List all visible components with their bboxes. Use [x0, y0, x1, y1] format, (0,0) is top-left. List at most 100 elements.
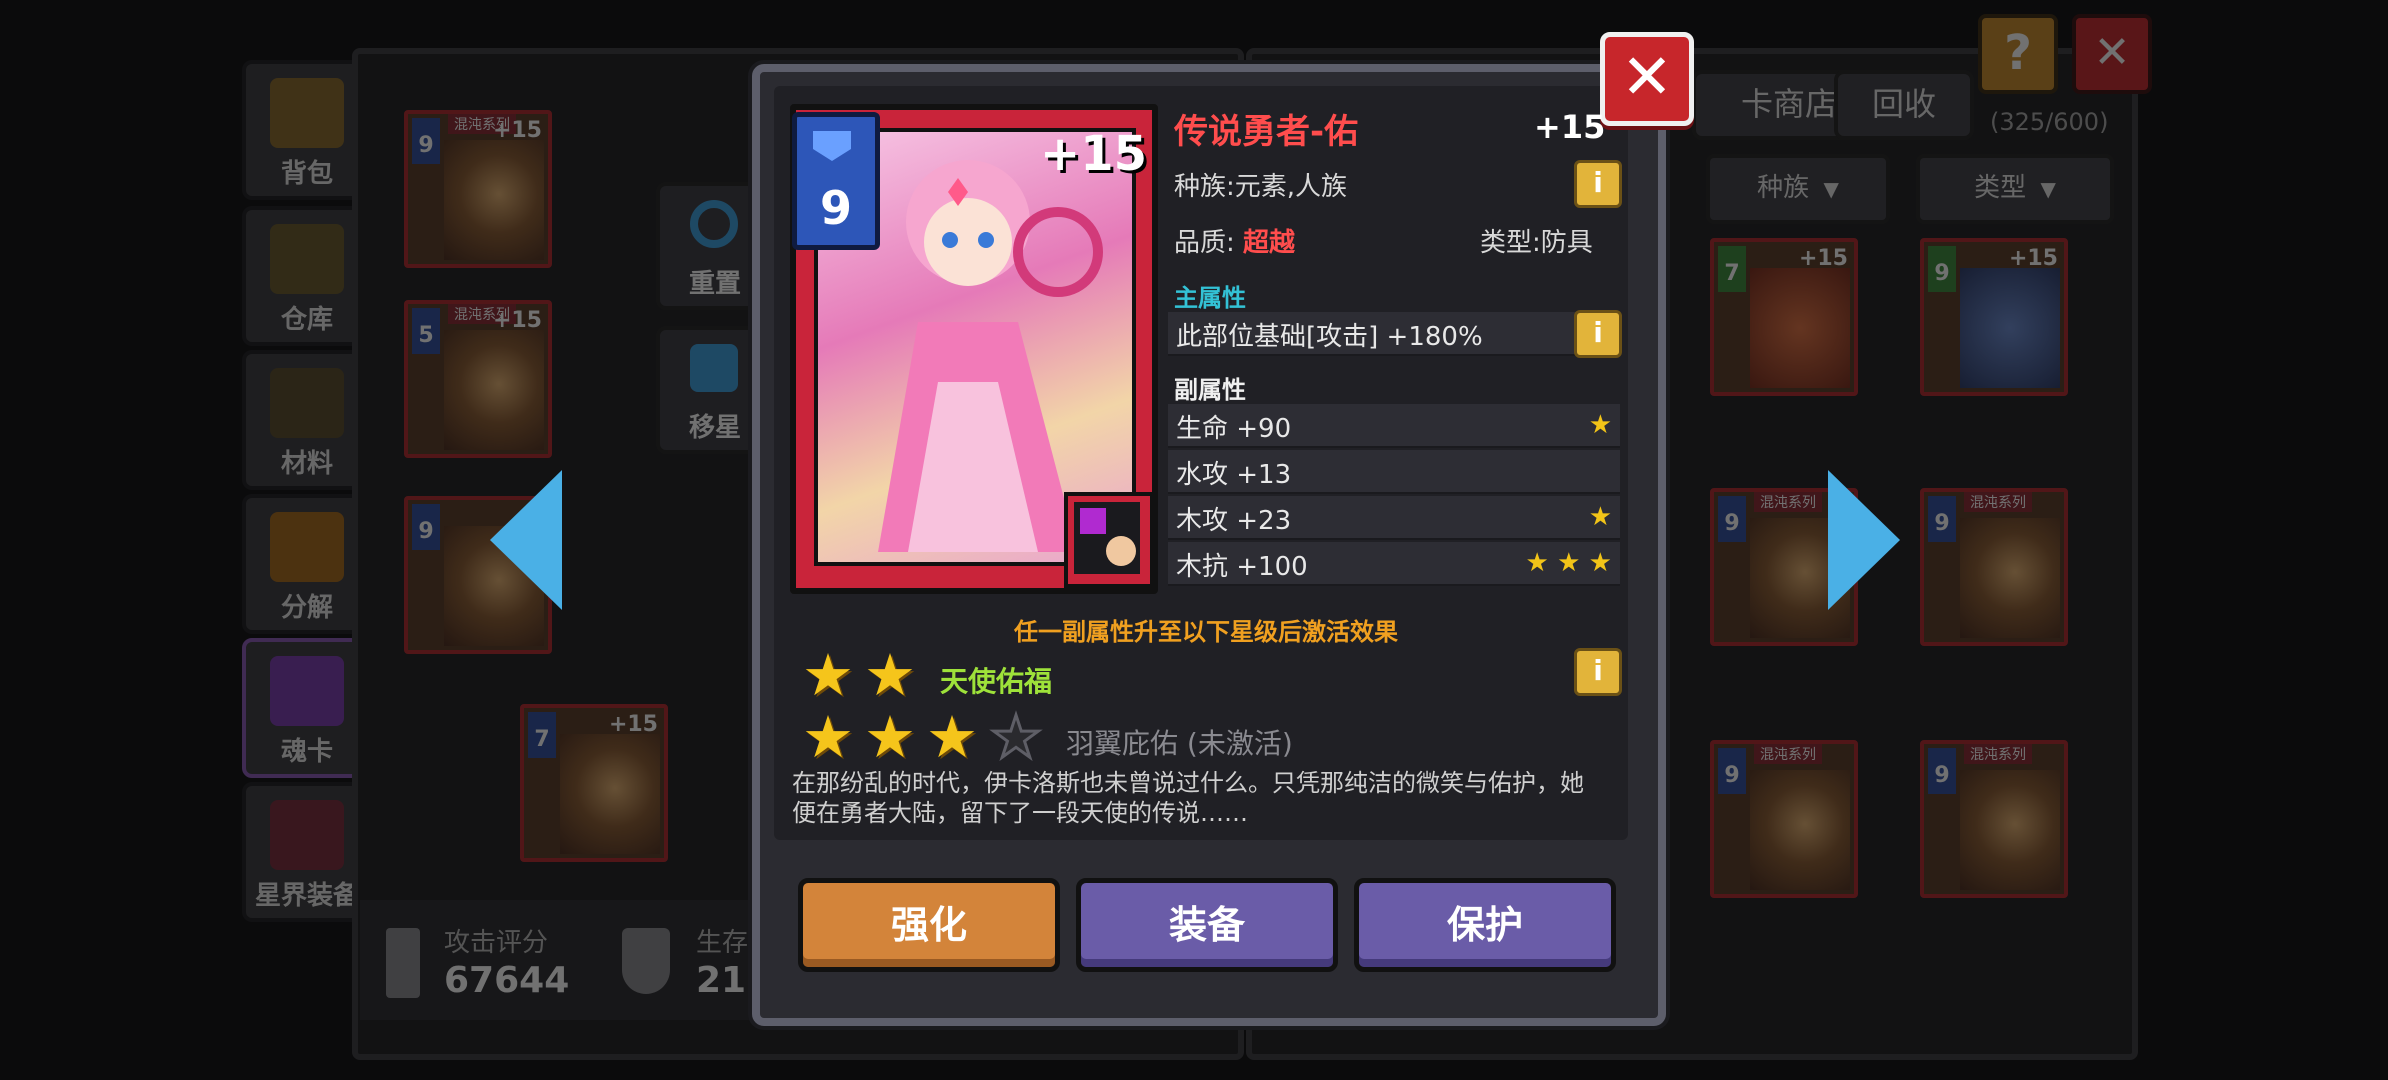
quality-value: 超越: [1243, 228, 1296, 258]
star-icon: ★: [802, 641, 854, 709]
decompose-icon: [270, 512, 344, 582]
modal-close-button[interactable]: ✕: [1600, 32, 1694, 126]
star-icon: ★: [926, 703, 978, 771]
sub-attr-row: 水攻 +13: [1168, 450, 1620, 494]
card-art: [1750, 770, 1850, 890]
type-filter[interactable]: 类型 ▼: [1916, 154, 2114, 224]
level-badge: 5: [412, 308, 440, 354]
shield-icon: [622, 928, 670, 994]
series-tag: 混沌系列: [1964, 492, 2032, 512]
level-badge: 9: [412, 504, 440, 550]
effect-inactive-name: 羽翼庇佑 (未激活): [1066, 727, 1293, 760]
next-arrow-icon[interactable]: [1828, 470, 1900, 610]
star-icon: ★ ★ ★: [1525, 548, 1612, 578]
card-art: [1750, 268, 1850, 388]
card-art: [444, 140, 544, 260]
description-line: 在那纷乱的时代，伊卡洛斯也未曾说过什么。只凭那纯洁的微笑与佑护，她: [792, 769, 1584, 797]
card-item[interactable]: 混沌系列 9 +15: [404, 110, 552, 268]
star-empty-icon: ★: [989, 703, 1044, 771]
enhance-button[interactable]: 强化: [798, 878, 1060, 972]
main-attr-text: 此部位基础[攻击] +180%: [1176, 322, 1483, 352]
main-attr-row: 此部位基础[攻击] +180%: [1168, 312, 1620, 356]
card-level-badge: 9: [792, 112, 880, 250]
card-item[interactable]: 混沌系列 9: [1920, 740, 2068, 898]
sub-attr-text: 木抗 +100: [1176, 552, 1308, 582]
race-text: 种族:元素,人族: [1174, 172, 1348, 202]
quality-label: 品质:: [1174, 228, 1235, 258]
astral-equip-icon: [270, 800, 344, 870]
series-tag: 混沌系列: [1754, 744, 1822, 764]
main-attr-header: 主属性: [1174, 284, 1246, 312]
sub-attr-header: 副属性: [1174, 376, 1246, 404]
sub-attr-row: 木攻 +23 ★: [1168, 496, 1620, 540]
protect-button[interactable]: 保护: [1354, 878, 1616, 972]
race-filter-label: 种族: [1757, 173, 1810, 203]
quality-row: 品质: 超越: [1174, 222, 1295, 259]
card-plus-level: +15: [1040, 126, 1148, 182]
prev-arrow-icon[interactable]: [490, 470, 562, 610]
sub-attr-row: 木抗 +100 ★ ★ ★: [1168, 542, 1620, 586]
star-icon: ★: [802, 703, 854, 771]
info-icon[interactable]: i: [1574, 160, 1622, 208]
gem-icon: [813, 131, 851, 161]
card-art: [444, 330, 544, 450]
card-item[interactable]: 9 +15: [1920, 238, 2068, 396]
sidebar-item-label: 分解: [280, 593, 333, 623]
card-sub-badge: [1064, 492, 1154, 588]
description-line: 便在勇者大陆，留下了一段天使的传说……: [792, 799, 1248, 827]
card-name: 传说勇者-佑: [1174, 112, 1359, 152]
set-effect-hint: 任一副属性升至以下星级后激活效果: [1014, 618, 1398, 646]
sidebar-item-label: 仓库: [280, 305, 333, 335]
series-tag: 混沌系列: [1964, 744, 2032, 764]
reset-icon: [690, 200, 738, 248]
enhance-level: +15: [1534, 108, 1606, 146]
sub-attr-text: 生命 +90: [1176, 414, 1292, 444]
sub-attr-row: 生命 +90 ★: [1168, 404, 1620, 448]
info-icon[interactable]: i: [1574, 310, 1622, 358]
level-badge: 7: [528, 712, 556, 758]
backpack-icon: [270, 78, 344, 148]
chevron-down-icon: ▼: [1823, 177, 1839, 201]
race-filter[interactable]: 种族 ▼: [1706, 154, 1890, 224]
attack-score-label: 攻击评分: [444, 928, 549, 958]
card-item[interactable]: 7 +15: [520, 704, 668, 862]
level-badge: 9: [1928, 496, 1956, 542]
sidebar-item-label: 魂卡: [280, 737, 333, 767]
sword-icon: [386, 928, 420, 998]
series-tag: 混沌系列: [1754, 492, 1822, 512]
element-icon: [1080, 508, 1106, 534]
equip-button[interactable]: 装备: [1076, 878, 1338, 972]
sidebar-item-label: 背包: [280, 159, 333, 189]
card-item[interactable]: 混沌系列 9: [1710, 740, 1858, 898]
sub-attr-text: 水攻 +13: [1176, 460, 1292, 490]
card-plus: +15: [1798, 246, 1848, 271]
level-badge: 9: [1718, 748, 1746, 794]
card-art: [1960, 770, 2060, 890]
page-close-button[interactable]: ✕: [2072, 14, 2152, 94]
recycle-button[interactable]: 回收: [1834, 70, 1974, 140]
card-plus: +15: [492, 118, 542, 143]
sidebar-item-label: 材料: [280, 449, 333, 479]
card-item[interactable]: 混沌系列 9: [1920, 488, 2068, 646]
info-icon[interactable]: i: [1574, 648, 1622, 696]
card-art: [1960, 518, 2060, 638]
star-icon: ★: [1588, 410, 1612, 440]
level-badge: 7: [1718, 246, 1746, 292]
type-filter-label: 类型: [1974, 173, 2027, 203]
card-art: [560, 734, 660, 854]
card-item[interactable]: 混沌系列 5 +15: [404, 300, 552, 458]
level-badge: 9: [412, 118, 440, 164]
soul-card-icon: [270, 656, 344, 726]
move-star-icon: [690, 344, 738, 392]
sidebar-item-label: 星界装备: [254, 881, 359, 911]
level-badge: 9: [1718, 496, 1746, 542]
materials-icon: [270, 368, 344, 438]
star-icon: ★: [1588, 502, 1612, 532]
star-icon: ★: [864, 641, 916, 709]
help-button[interactable]: ?: [1978, 14, 2058, 94]
warehouse-icon: [270, 224, 344, 294]
card-description: 在那纷乱的时代，伊卡洛斯也未曾说过什么。只凭那纯洁的微笑与佑护，她 便在勇者大陆…: [792, 768, 1620, 828]
star-icon: ★: [864, 703, 916, 771]
level-badge: 9: [1928, 748, 1956, 794]
card-item[interactable]: 7 +15: [1710, 238, 1858, 396]
